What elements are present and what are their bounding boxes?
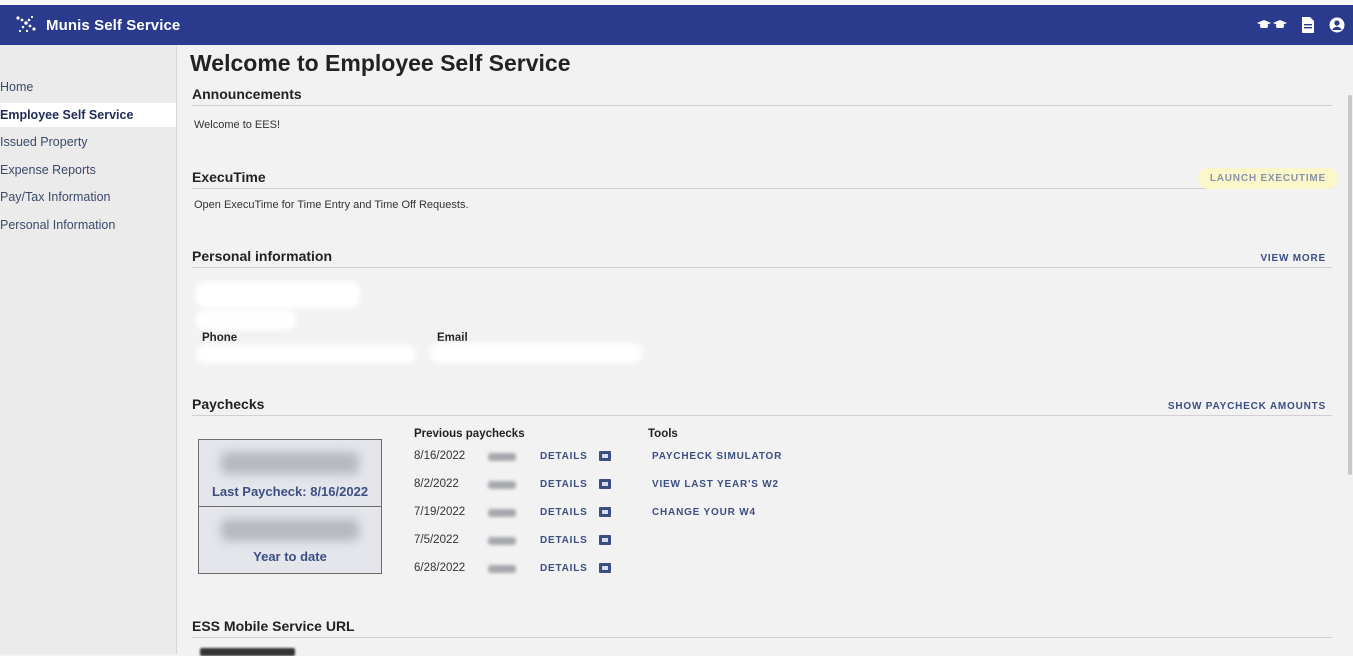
redacted-amount <box>488 453 516 461</box>
paychecks-heading: Paychecks <box>192 396 265 412</box>
ess-mobile-heading: ESS Mobile Service URL <box>192 618 355 634</box>
paycheck-simulator-link[interactable]: PAYCHECK SIMULATOR <box>652 451 782 462</box>
page-title: Welcome to Employee Self Service <box>190 50 571 76</box>
pdf-icon[interactable] <box>598 478 612 493</box>
paycheck-date: 7/5/2022 <box>414 534 459 546</box>
view-last-years-w2-link[interactable]: VIEW LAST YEAR'S W2 <box>652 479 779 490</box>
details-link[interactable]: DETAILS <box>540 479 588 490</box>
graduation-cap-icon[interactable] <box>1257 17 1287 33</box>
sidebar-item-label: Issued Property <box>0 135 88 149</box>
last-paycheck-caption: Last Paycheck: 8/16/2022 <box>211 484 369 499</box>
sidebar-item-label: Home <box>0 80 34 94</box>
pdf-icon[interactable] <box>598 506 612 521</box>
paycheck-date: 8/2/2022 <box>414 478 459 490</box>
main-content: Welcome to Employee Self Service Announc… <box>190 45 1338 656</box>
executime-header: ExecuTime LAUNCH EXECUTIME <box>192 166 1338 189</box>
view-more-link[interactable]: VIEW MORE <box>1260 253 1326 264</box>
user-circle-icon[interactable] <box>1329 17 1345 33</box>
ess-mobile-header: ESS Mobile Service URL <box>192 615 1332 638</box>
ytd-card[interactable]: Year to date <box>198 506 382 574</box>
sidebar-item-home[interactable]: Home <box>0 75 176 99</box>
redacted-amount <box>488 537 516 545</box>
sidebar: Home Employee Self Service Issued Proper… <box>0 45 177 654</box>
phone-label: Phone <box>202 332 238 344</box>
executime-heading: ExecuTime <box>192 169 266 185</box>
scrollbar-thumb[interactable] <box>1348 95 1352 475</box>
redacted-amount <box>221 452 359 474</box>
sidebar-item-label: Expense Reports <box>0 162 96 177</box>
pdf-icon[interactable] <box>598 534 612 549</box>
announcement-text: Welcome to EES! <box>194 119 280 131</box>
show-paycheck-amounts-link[interactable]: SHOW PAYCHECK AMOUNTS <box>1168 401 1326 412</box>
sidebar-nav: Home Employee Self Service Issued Proper… <box>0 75 176 240</box>
sidebar-item-pay-tax-information[interactable]: Pay/Tax Information <box>0 185 176 209</box>
sidebar-item-label: Pay/Tax Information <box>0 190 111 204</box>
header-icons <box>1257 5 1345 45</box>
redacted-amount <box>488 509 516 517</box>
previous-paychecks-heading: Previous paychecks <box>414 428 525 440</box>
paycheck-date: 7/19/2022 <box>414 506 466 518</box>
paychecks-header: Paychecks SHOW PAYCHECK AMOUNTS <box>192 393 1332 416</box>
paycheck-date: 6/28/2022 <box>414 562 466 574</box>
sidebar-item-employee-self-service[interactable]: Employee Self Service <box>0 102 176 127</box>
tools-heading: Tools <box>648 428 678 440</box>
details-link[interactable]: DETAILS <box>540 563 588 574</box>
redacted-name <box>196 282 360 308</box>
document-icon[interactable] <box>1301 17 1315 33</box>
details-link[interactable]: DETAILS <box>540 535 588 546</box>
redacted-amount <box>221 519 359 541</box>
sidebar-item-label: Employee Self Service <box>0 107 134 122</box>
ytd-caption: Year to date <box>253 549 327 564</box>
sidebar-item-label: Personal Information <box>0 217 116 232</box>
announcements-heading: Announcements <box>192 86 302 102</box>
change-your-w4-link[interactable]: CHANGE YOUR W4 <box>652 507 756 518</box>
executime-description: Open ExecuTime for Time Entry and Time O… <box>194 199 469 211</box>
personal-info-header: Personal information VIEW MORE <box>192 245 1332 268</box>
sidebar-item-issued-property[interactable]: Issued Property <box>0 130 176 154</box>
last-paycheck-card[interactable]: Last Paycheck: 8/16/2022 <box>198 439 382 507</box>
redacted-email <box>430 343 642 363</box>
redacted-phone <box>196 345 416 363</box>
redacted-address <box>196 310 296 330</box>
personal-info-heading: Personal information <box>192 248 333 264</box>
launch-executime-button[interactable]: LAUNCH EXECUTIME <box>1197 168 1338 189</box>
redacted-amount <box>488 481 516 489</box>
clipped-url-text <box>200 648 295 656</box>
munis-logo-icon <box>16 15 36 33</box>
paycheck-date: 8/16/2022 <box>414 450 466 462</box>
sidebar-item-expense-reports[interactable]: Expense Reports <box>0 158 176 182</box>
app-header: Munis Self Service <box>0 5 1353 45</box>
pdf-icon[interactable] <box>598 450 612 465</box>
app-title: Munis Self Service <box>46 16 181 34</box>
page-scrollbar[interactable] <box>1347 45 1353 654</box>
pdf-icon[interactable] <box>598 562 612 577</box>
app-logo[interactable]: Munis Self Service <box>14 14 180 36</box>
redacted-amount <box>488 565 516 573</box>
sidebar-item-personal-information[interactable]: Personal Information <box>0 213 176 237</box>
details-link[interactable]: DETAILS <box>540 451 588 462</box>
announcements-header: Announcements <box>192 83 1332 106</box>
details-link[interactable]: DETAILS <box>540 507 588 518</box>
